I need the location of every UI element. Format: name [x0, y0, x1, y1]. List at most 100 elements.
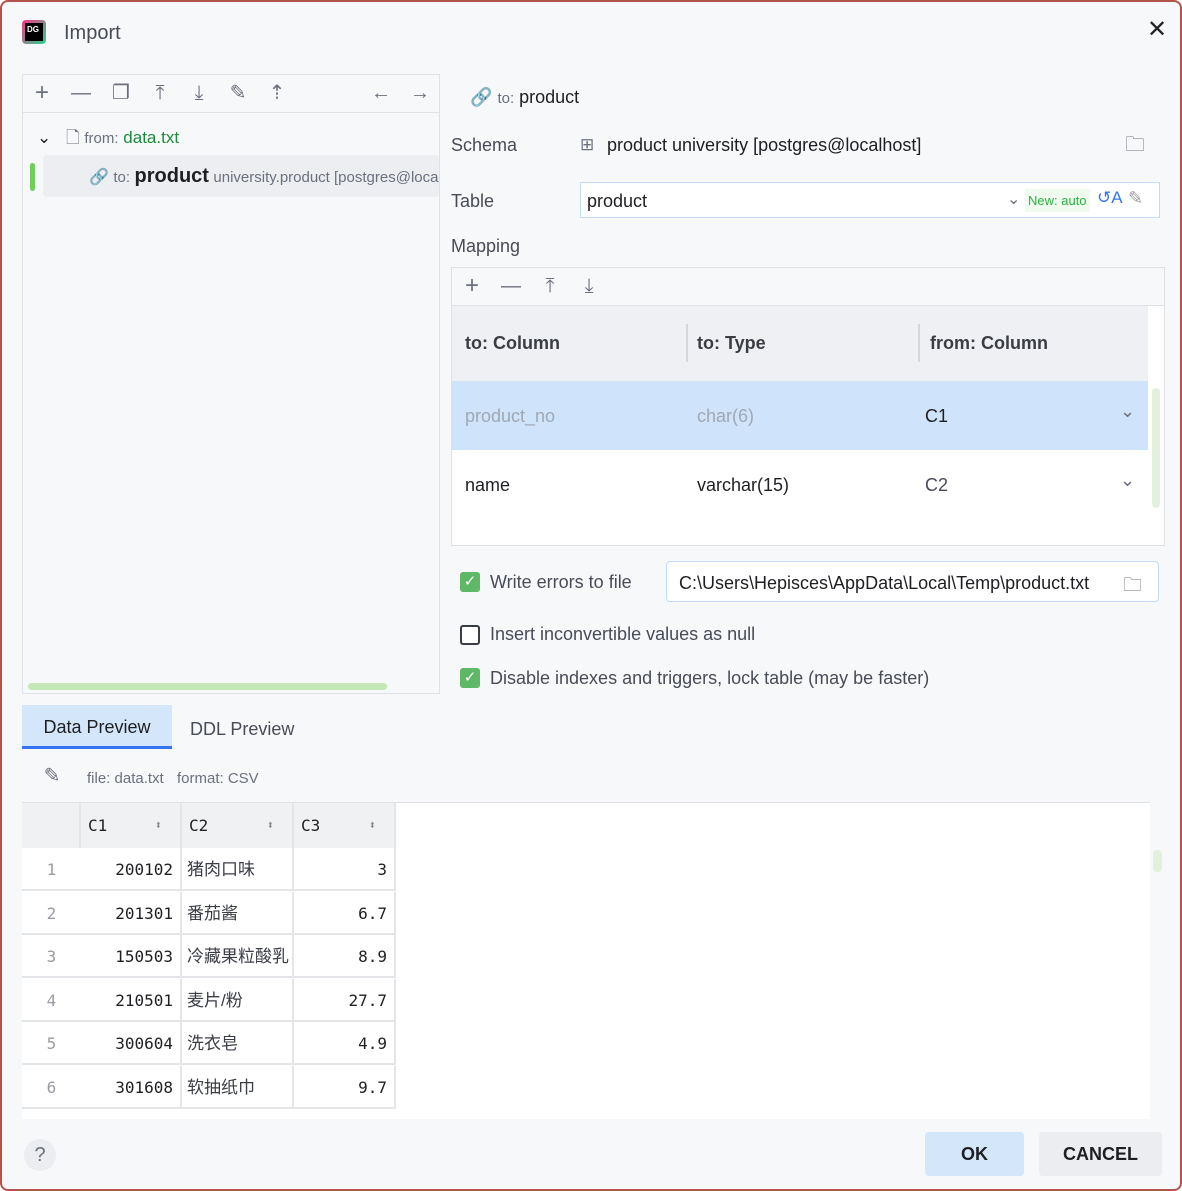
column-header-c2[interactable]: C2 ⬍ [182, 803, 294, 848]
copy-icon[interactable]: ❐ [109, 83, 133, 103]
mapping-table: + — ⤒ ⤓ to: Column to: Type from: Column… [451, 267, 1165, 546]
mapping-toolbar: + — ⤒ ⤓ [452, 268, 1164, 306]
grid-partial-row [22, 1109, 396, 1119]
row-number: 1 [22, 848, 81, 891]
row-number-header [22, 803, 81, 848]
link-icon: 🔗 [470, 87, 493, 107]
disable-indexes-label: Disable indexes and triggers, lock table… [490, 668, 930, 688]
grid-cell-c2[interactable]: 猪肉口味 [182, 848, 294, 891]
table-value: product [587, 191, 648, 211]
import-dialog: DG Import ✕ + — ❐ ⤒ ⤓ ✎ ⇡ ← → ⌄ 🗋 from: … [0, 0, 1182, 1191]
row-number: 5 [22, 1022, 81, 1065]
mapping-row[interactable]: product_no char(6) C1 ⌄ [452, 381, 1148, 450]
add-icon[interactable]: + [460, 274, 484, 298]
header-from-column[interactable]: from: Column [930, 333, 1048, 354]
header-name: product [519, 87, 580, 107]
move-up-icon[interactable]: ⤒ [148, 83, 172, 103]
rename-case-icon[interactable]: ↺A [1097, 188, 1123, 208]
grid-cell-c2[interactable]: 软抽纸巾 [182, 1065, 294, 1109]
mapping-header-row: to: Column to: Type from: Column [452, 306, 1148, 381]
error-file-path: C:\Users\Hepisces\AppData\Local\Temp\pro… [679, 573, 1090, 593]
chevron-down-icon[interactable]: ⌄ [1007, 189, 1020, 209]
source-prefix: from: [84, 130, 119, 147]
mapping-label: Mapping [451, 236, 521, 256]
grid-cell-c2[interactable]: 麦片/粉 [182, 978, 294, 1022]
grid-cell-c3[interactable]: 4.9 [294, 1022, 396, 1065]
tree-item-target[interactable]: 🔗 to: product university.product [postgr… [43, 155, 439, 197]
grid-cell-c1[interactable]: 301608 [81, 1065, 182, 1109]
from-column[interactable]: C2 [925, 475, 948, 496]
app-logo-icon: DG [22, 20, 46, 44]
grid-cell-c1[interactable]: 201301 [81, 891, 182, 935]
header-to-column[interactable]: to: Column [465, 333, 560, 354]
tab-data-preview[interactable]: Data Preview [22, 705, 172, 749]
grid-cell-c1[interactable]: 300604 [81, 1022, 182, 1065]
target-header: 🔗 to: product [470, 87, 579, 108]
data-preview-grid: C1 ⬍ C2 ⬍ C3 ⬍ 1 200102 猪肉口味 3 2 201301 番茄酱 6.7 3 15… [22, 802, 1150, 1119]
import-tree-panel: + — ❐ ⤒ ⤓ ✎ ⇡ ← → ⌄ 🗋 from: data.txt 🔗 t… [22, 74, 440, 694]
grid-cell-c3[interactable]: 6.7 [294, 891, 396, 935]
row-number: 6 [22, 1066, 81, 1109]
vertical-scrollbar[interactable] [1152, 388, 1160, 508]
move-up-icon[interactable]: ⤒ [538, 276, 562, 296]
column-header-c1[interactable]: C1 ⬍ [81, 803, 182, 848]
column-name: C2 [189, 816, 209, 835]
edit-icon[interactable]: ✎ [1128, 188, 1143, 209]
sort-icon[interactable]: ⬍ [155, 803, 162, 848]
grid-cell-c2[interactable]: 洗衣皂 [182, 1022, 294, 1065]
sort-icon[interactable]: ⬍ [267, 803, 274, 848]
cancel-button[interactable]: CANCEL [1039, 1132, 1162, 1176]
grid-cell-c3[interactable]: 3 [294, 848, 396, 891]
file-icon: 🗋 [65, 128, 80, 147]
folder-icon[interactable]: 🗀 [1123, 571, 1142, 601]
ok-button[interactable]: OK [925, 1132, 1024, 1176]
mapping-row[interactable]: name varchar(15) C2 ⌄ [452, 450, 1148, 519]
grid-cell-c2[interactable]: 冷藏果粒酸乳 [182, 935, 294, 978]
forward-icon[interactable]: → [408, 83, 432, 103]
remove-icon[interactable]: — [499, 276, 523, 296]
tree-item-source[interactable]: ⌄ 🗋 from: data.txt [37, 125, 179, 154]
row-number: 4 [22, 979, 81, 1022]
from-column[interactable]: C1 [925, 406, 948, 427]
move-down-icon[interactable]: ⤓ [577, 276, 601, 296]
disable-indexes-checkbox[interactable]: ✓ [460, 668, 480, 688]
target-detail: university.product [postgres@localhost] [213, 169, 439, 186]
to-type: varchar(15) [697, 475, 790, 495]
header-prefix: to: [497, 90, 515, 107]
chevron-down-icon[interactable]: ⌄ [1120, 401, 1135, 422]
grid-cell-c1[interactable]: 200102 [81, 848, 182, 891]
grid-cell-c3[interactable]: 27.7 [294, 978, 396, 1022]
tab-ddl-preview[interactable]: DDL Preview [190, 705, 294, 749]
move-top-icon[interactable]: ⇡ [265, 83, 289, 103]
help-button[interactable]: ? [24, 1139, 56, 1171]
edit-icon[interactable]: ✎ [40, 766, 64, 786]
schema-value: product university [postgres@localhost] [607, 135, 922, 155]
sort-icon[interactable]: ⬍ [369, 803, 376, 848]
edit-icon[interactable]: ✎ [226, 83, 250, 103]
insert-null-checkbox[interactable] [460, 625, 480, 645]
grid-cell-c1[interactable]: 150503 [81, 935, 182, 978]
move-down-icon[interactable]: ⤓ [187, 83, 211, 103]
target-name: product [134, 165, 209, 187]
write-errors-label: Write errors to file [490, 572, 632, 592]
back-icon[interactable]: ← [369, 83, 393, 103]
grid-cell-c1[interactable]: 210501 [81, 978, 182, 1022]
chevron-down-icon[interactable]: ⌄ [1120, 470, 1135, 491]
header-to-type[interactable]: to: Type [697, 333, 766, 354]
horizontal-scrollbar[interactable] [28, 683, 387, 690]
to-column: product_no [465, 406, 556, 426]
grid-cell-c2[interactable]: 番茄酱 [182, 891, 294, 935]
remove-icon[interactable]: — [69, 83, 93, 103]
grid-cell-c3[interactable]: 8.9 [294, 935, 396, 978]
add-icon[interactable]: + [30, 81, 54, 105]
error-file-path-field[interactable]: C:\Users\Hepisces\AppData\Local\Temp\pro… [666, 561, 1159, 602]
row-number: 3 [22, 935, 81, 978]
close-icon[interactable]: ✕ [1145, 18, 1169, 42]
folder-icon[interactable]: 🗀 [1123, 135, 1147, 155]
table-combobox[interactable]: product ⌄ New: auto ↺A ✎ [580, 182, 1160, 218]
grid-scrollbar[interactable] [1153, 850, 1162, 872]
insert-null-label: Insert inconvertible values as null [490, 624, 756, 644]
column-header-c3[interactable]: C3 ⬍ [294, 803, 396, 848]
write-errors-checkbox[interactable]: ✓ [460, 572, 480, 592]
grid-cell-c3[interactable]: 9.7 [294, 1065, 396, 1109]
